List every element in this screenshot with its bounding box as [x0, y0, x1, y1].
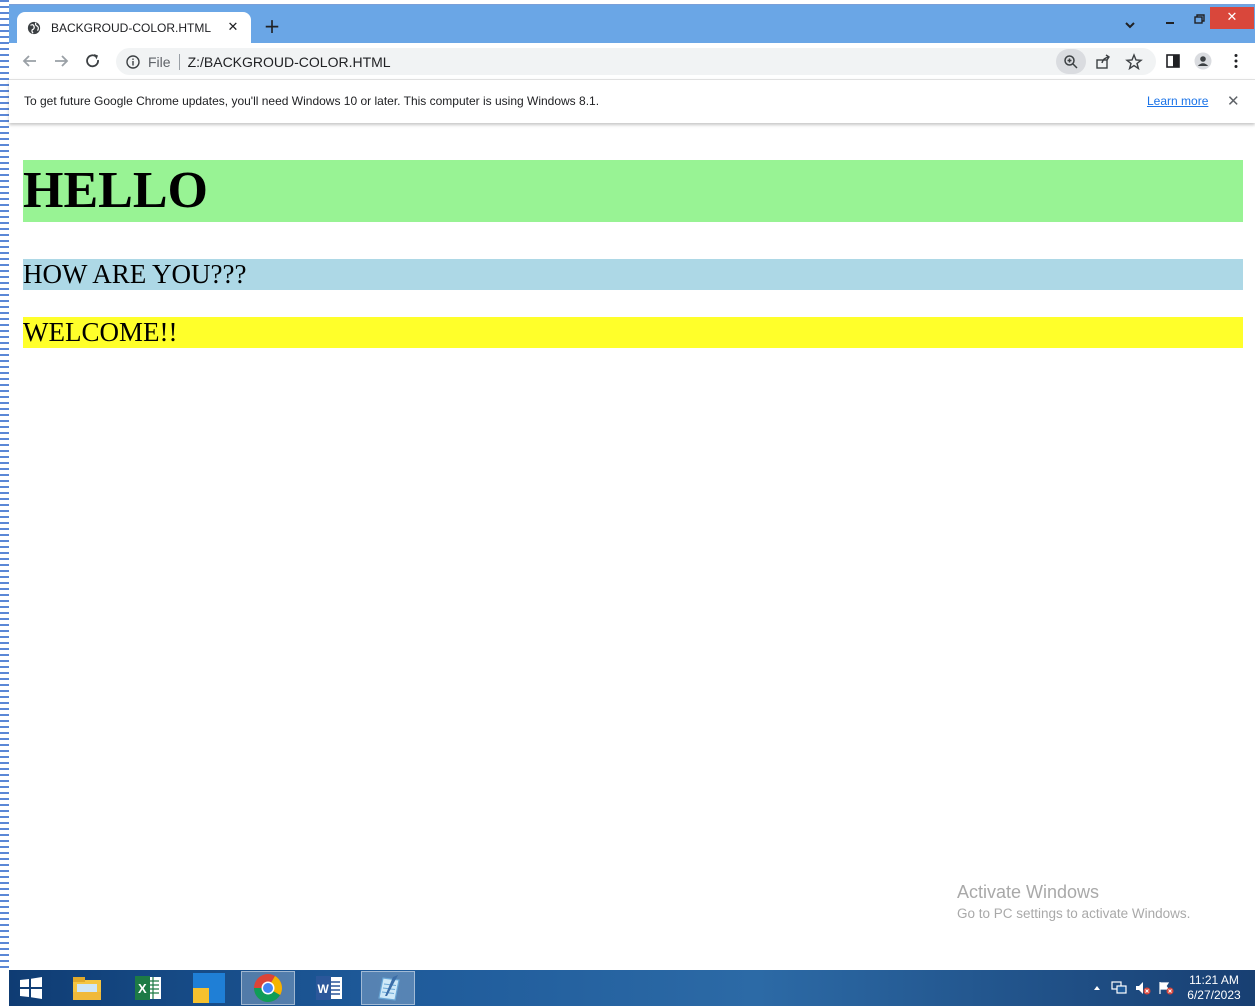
- heading-how-are-you: HOW ARE YOU???: [23, 259, 1243, 290]
- restore-icon[interactable]: [1187, 11, 1209, 29]
- forward-arrow-icon[interactable]: [52, 52, 70, 70]
- tab-close-icon[interactable]: ✕: [225, 20, 241, 35]
- heading-welcome: WELCOME!!: [23, 317, 1243, 348]
- minimize-icon[interactable]: [1159, 11, 1181, 29]
- profile-avatar-icon[interactable]: [1194, 52, 1212, 70]
- bookmark-star-icon[interactable]: [1125, 53, 1143, 71]
- kebab-menu-icon[interactable]: [1227, 52, 1245, 70]
- globe-icon: [27, 21, 41, 34]
- watermark-title: Activate Windows: [957, 882, 1100, 902]
- reload-icon[interactable]: [84, 52, 102, 70]
- browser-toolbar: File Z:/BACKGROUD-COLOR.HTML: [9, 43, 1255, 79]
- notepad-icon: [378, 975, 400, 1001]
- chevron-down-icon[interactable]: [1121, 16, 1139, 34]
- infobar-message: To get future Google Chrome updates, you…: [24, 94, 600, 108]
- browser-window: BACKGROUD-COLOR.HTML ✕ + ✕ File Z:/BACKG…: [9, 4, 1255, 970]
- left-decorative-strip: [0, 0, 9, 970]
- learn-more-link[interactable]: Learn more: [1147, 94, 1208, 108]
- windows-taskbar: X W 11:21 AM 6/27/2023: [9, 970, 1255, 1006]
- url-scheme-label: File: [148, 53, 171, 70]
- svg-text:W: W: [318, 982, 330, 996]
- url-separator: [178, 53, 180, 70]
- new-tab-button[interactable]: +: [261, 15, 283, 37]
- taskbar-notepad[interactable]: [361, 971, 415, 1005]
- taskbar-file-explorer[interactable]: [60, 971, 114, 1005]
- chrome-icon: [254, 974, 282, 1002]
- tab-bar: BACKGROUD-COLOR.HTML ✕ + ✕: [9, 5, 1255, 43]
- zoom-icon: [1064, 54, 1078, 69]
- network-icon[interactable]: [1111, 981, 1127, 995]
- taskbar-clock[interactable]: 11:21 AM 6/27/2023: [1177, 973, 1251, 1003]
- excel-icon: X: [135, 976, 161, 1000]
- clock-time: 11:21 AM: [1189, 973, 1239, 987]
- window-close-button[interactable]: ✕: [1210, 7, 1254, 29]
- tab-title: BACKGROUD-COLOR.HTML: [51, 20, 212, 35]
- taskbar-word[interactable]: W: [302, 971, 356, 1005]
- infobar-close-icon[interactable]: ✕: [1227, 92, 1240, 110]
- share-icon[interactable]: [1094, 53, 1112, 71]
- update-infobar: To get future Google Chrome updates, you…: [9, 79, 1255, 123]
- store-icon: [193, 973, 225, 1003]
- heading-hello: HELLO: [23, 160, 1243, 222]
- action-center-flag-icon[interactable]: [1158, 981, 1174, 995]
- url-text[interactable]: Z:/BACKGROUD-COLOR.HTML: [188, 54, 391, 70]
- taskbar-chrome[interactable]: [241, 971, 295, 1005]
- start-icon[interactable]: [19, 977, 43, 999]
- zoom-button[interactable]: [1056, 49, 1086, 74]
- taskbar-store[interactable]: [182, 971, 236, 1005]
- activate-windows-watermark: Activate Windows Go to PC settings to ac…: [957, 882, 1190, 921]
- word-icon: W: [316, 976, 342, 1000]
- volume-muted-icon[interactable]: [1135, 981, 1151, 995]
- page-content: HELLO HOW ARE YOU??? WELCOME!!: [23, 160, 1243, 348]
- tab-backgroud-color[interactable]: BACKGROUD-COLOR.HTML ✕: [17, 12, 251, 43]
- show-hidden-icons-icon[interactable]: [1089, 981, 1105, 995]
- svg-text:X: X: [138, 981, 147, 996]
- taskbar-excel[interactable]: X: [121, 971, 175, 1005]
- back-arrow-icon[interactable]: [21, 52, 39, 70]
- info-icon[interactable]: [126, 54, 140, 69]
- file-explorer-icon: [73, 977, 101, 1000]
- watermark-subtitle: Go to PC settings to activate Windows.: [957, 906, 1191, 921]
- clock-date: 6/27/2023: [1187, 988, 1241, 1002]
- address-bar[interactable]: File Z:/BACKGROUD-COLOR.HTML: [116, 48, 1156, 75]
- side-panel-icon[interactable]: [1164, 52, 1182, 70]
